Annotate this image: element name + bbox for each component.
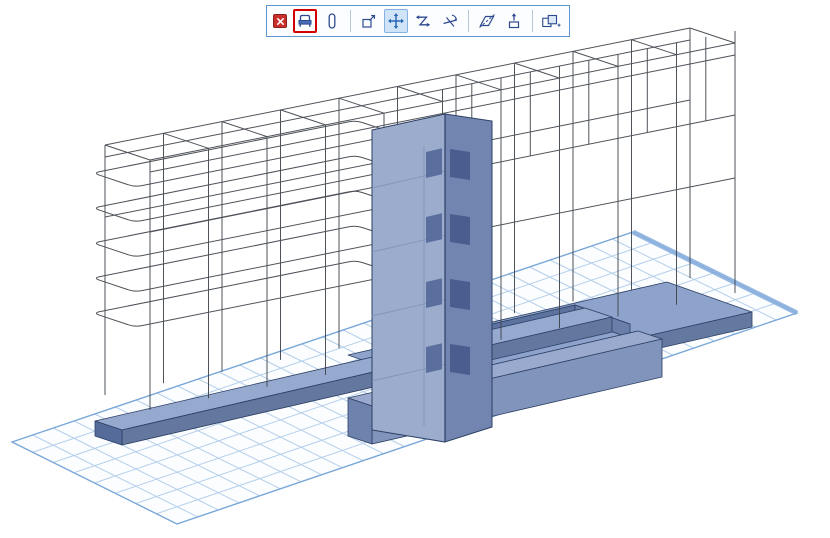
- tower-window: [426, 213, 442, 243]
- drag-tool[interactable]: [357, 9, 381, 33]
- tower-element[interactable]: [372, 114, 492, 442]
- floor-plate-outline: [96, 191, 394, 256]
- tower-window: [426, 278, 442, 308]
- elevate-tool[interactable]: [502, 9, 526, 33]
- floor-plate-outline: [96, 261, 394, 326]
- 3d-viewport[interactable]: [0, 0, 830, 538]
- stretch-tool[interactable]: [411, 9, 435, 33]
- column-tool[interactable]: [320, 9, 344, 33]
- floor-plate-outline: [96, 226, 394, 291]
- tower-window: [450, 279, 470, 310]
- tower-window: [450, 214, 470, 245]
- rotate-tool[interactable]: [438, 9, 462, 33]
- floor-plate-outline: [96, 121, 394, 186]
- floating-edit-palette: [266, 5, 570, 37]
- model-canvas: [0, 0, 830, 538]
- tower-window: [450, 344, 470, 375]
- podium-left-end: [348, 398, 372, 444]
- mirror-tool[interactable]: [475, 9, 499, 33]
- tower-window: [450, 149, 470, 180]
- tower-window: [426, 148, 442, 178]
- edit-element-tool[interactable]: [293, 9, 317, 33]
- multiply-tool[interactable]: [539, 9, 563, 33]
- close-palette-button[interactable]: [273, 14, 287, 28]
- move-tool[interactable]: [384, 9, 408, 33]
- tower-window: [426, 343, 442, 373]
- toolbar-divider: [350, 10, 351, 32]
- toolbar-divider: [468, 10, 469, 32]
- toolbar-divider: [532, 10, 533, 32]
